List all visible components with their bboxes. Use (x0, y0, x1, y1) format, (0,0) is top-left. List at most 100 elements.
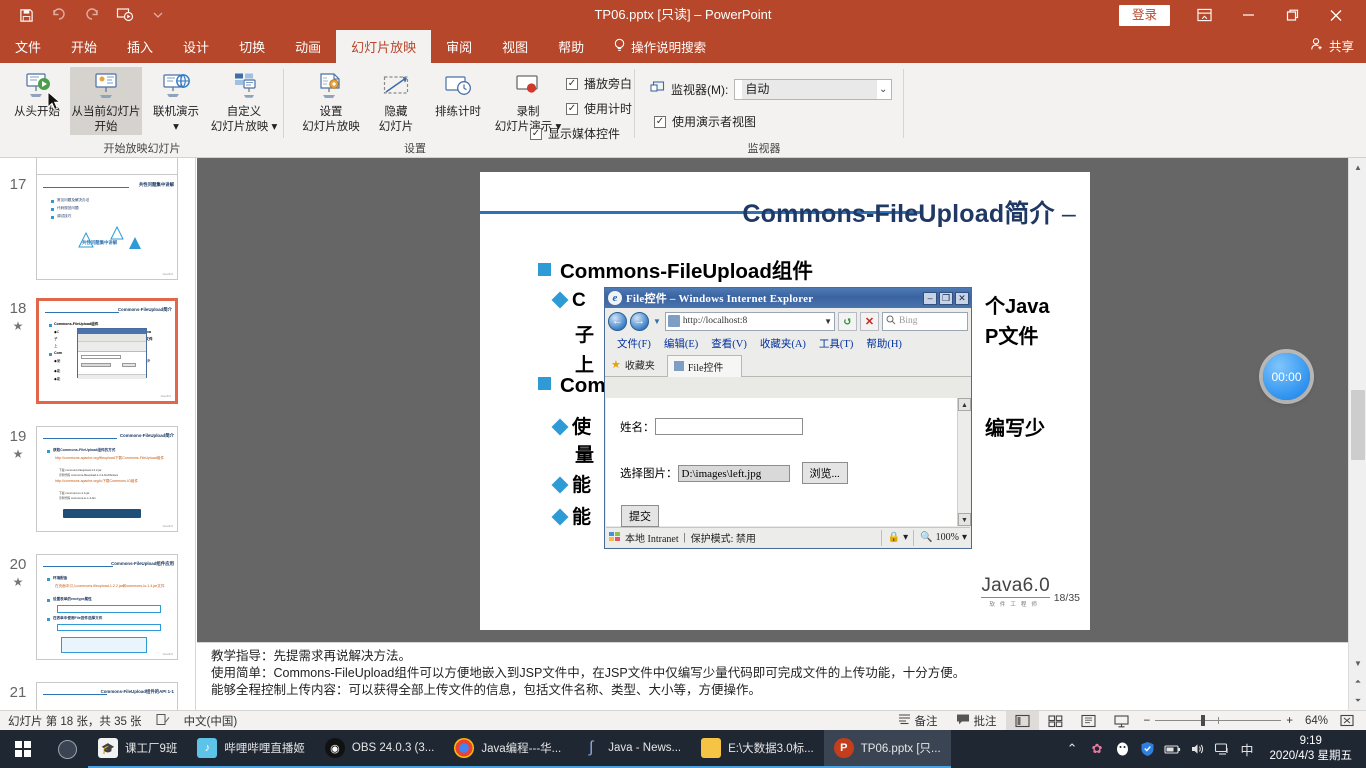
use-presenter-view-checkbox[interactable]: ✓ 使用演示者视图 (654, 113, 756, 130)
maximize-restore-button[interactable] (1270, 0, 1314, 30)
reading-view-button[interactable] (1072, 711, 1105, 731)
taskbar-item-label: 哔哩哔哩直播姬 (224, 743, 305, 755)
thumbnail-row-18[interactable]: 18 ★ Commons-FileUpload简介 Commons-FileUp… (0, 298, 195, 404)
thumbnail-slide-17[interactable]: 共性问题集中讲解 常见问题及解决办法 代码规范问题 调试技巧 共性问题集中讲解 … (36, 174, 178, 280)
sign-in-button[interactable]: 登录 (1118, 4, 1170, 26)
slide-bullet-level2-b3: 能 (551, 502, 591, 529)
clock[interactable]: 9:19 2020/4/3 星期五 (1260, 734, 1360, 764)
taskbar-item-kegongchang[interactable]: 🎓 课工厂9班 (88, 730, 188, 768)
monitor-selector-row: 监视器(M): 自动 ⌄ (650, 79, 893, 100)
taskbar-item-powerpoint[interactable]: P TP06.pptx [只... (823, 730, 951, 768)
thumbnail-diagram (78, 225, 141, 249)
ribbon-display-options-icon[interactable] (1182, 0, 1226, 30)
page-favicon-icon (667, 315, 680, 327)
next-slide-arrow-icon[interactable]: ⏷ (1349, 692, 1366, 710)
tab-review[interactable]: 审阅 (431, 30, 487, 63)
zoom-level-label[interactable]: 64% (1299, 711, 1334, 731)
scrollbar-thumb[interactable] (1351, 390, 1365, 460)
tell-me-search[interactable]: 操作说明搜索 (599, 30, 706, 63)
minimize-button[interactable] (1226, 0, 1270, 30)
zoom-slider-handle[interactable] (1201, 715, 1206, 726)
scroll-up-arrow-icon[interactable]: ▲ (1349, 158, 1366, 176)
monitor-dropdown[interactable]: 自动 ⌄ (734, 79, 893, 100)
language-label[interactable]: 中文(中国) (184, 713, 238, 729)
slide-thumbnail-pane[interactable]: 16 Java6.0 17 共性问题集中讲解 常见问题及解决办法 代码规范问题 (0, 158, 196, 710)
thumbnail-slide-19[interactable]: Commons-FileUpload简介 获取Commons-FileUploa… (36, 426, 178, 532)
slide-sorter-view-button[interactable] (1039, 711, 1072, 731)
thumbnail-row-21[interactable]: 21 Commons-FileUpload组件的API 1-1 (0, 682, 195, 710)
play-narrations-label: 播放旁白 (584, 77, 633, 91)
cortana-button[interactable] (46, 730, 88, 768)
qq-icon[interactable] (1110, 730, 1135, 768)
present-online-dropdown[interactable]: ▾ (173, 121, 179, 134)
tab-view[interactable]: 视图 (487, 30, 543, 63)
taskbar-item-chrome[interactable]: Java编程---华... (444, 730, 572, 768)
tab-slideshow[interactable]: 幻灯片放映 (336, 30, 432, 63)
notes-toggle-button[interactable]: 备注 (889, 711, 947, 731)
slide-title-dash: – (1061, 200, 1076, 228)
hide-slide-button[interactable]: 隐藏 幻灯片 (367, 67, 425, 135)
zoom-slider[interactable]: − + (1138, 715, 1299, 727)
thumbnail-row-20[interactable]: 20 ★ Commons-FileUpload组件应用 环境配备 在页面中引入c… (0, 554, 195, 660)
custom-slideshow-label2[interactable]: 幻灯片放映 ▾ (211, 121, 277, 134)
volume-icon[interactable] (1185, 730, 1210, 768)
slide-bullet-level2-b1: 使 (551, 412, 591, 439)
comments-toggle-button[interactable]: 批注 (947, 711, 1006, 731)
tab-help[interactable]: 帮助 (543, 30, 599, 63)
slide-area-scrollbar[interactable]: ▲ ▼ ⏶ ⏷ (1348, 158, 1366, 710)
security-shield-icon[interactable] (1135, 730, 1160, 768)
close-button[interactable] (1314, 0, 1358, 30)
sakura-icon[interactable]: ✿ (1085, 730, 1110, 768)
ribbon-group-label-monitors: 监视器 (747, 143, 781, 155)
tab-animations[interactable]: 动画 (280, 30, 336, 63)
tab-insert[interactable]: 插入 (112, 30, 168, 63)
from-current-slide-button[interactable]: 从当前幻灯片 开始 (70, 67, 142, 135)
custom-slideshow-button[interactable]: 自定义 幻灯片放映 ▾ (208, 67, 280, 135)
accessibility-checker-icon[interactable] (156, 713, 170, 729)
start-button[interactable] (0, 730, 46, 768)
set-up-slideshow-button[interactable]: 设置 幻灯片放映 (295, 67, 367, 135)
animation-star-icon: ★ (12, 575, 24, 589)
thumbnail-footer: Java6.0 (162, 272, 173, 276)
share-button[interactable]: 共享 (1310, 36, 1354, 55)
thumbnail-slide-18[interactable]: Commons-FileUpload简介 Commons-FileUpload组… (36, 298, 178, 404)
play-narrations-checkbox[interactable]: ✓ 播放旁白 (566, 75, 632, 92)
present-online-button[interactable]: 联机演示 ▾ (145, 67, 207, 135)
tab-transitions[interactable]: 切换 (224, 30, 280, 63)
slideshow-view-button[interactable] (1105, 711, 1138, 731)
previous-slide-arrow-icon[interactable]: ⏶ (1349, 673, 1366, 691)
scroll-down-arrow-icon[interactable]: ▼ (1349, 654, 1366, 672)
taskbar-item-bilibili[interactable]: ♪ 哔哩哔哩直播姬 (187, 730, 315, 768)
taskbar-item-obs[interactable]: ◉ OBS 24.0.3 (3... (314, 730, 445, 768)
use-timings-checkbox[interactable]: ✓ 使用计时 (566, 100, 632, 117)
tab-design[interactable]: 设计 (168, 30, 224, 63)
taskbar-item-label: Java - News... (608, 742, 682, 754)
zoom-out-button[interactable]: − (1144, 715, 1151, 727)
zoom-slider-track[interactable] (1155, 715, 1282, 726)
show-hidden-icons-button[interactable]: ⌃ (1060, 730, 1085, 768)
ime-mode-icon[interactable]: 中 (1235, 730, 1260, 768)
current-slide[interactable]: Commons-FileUpload简介 – Commons-FileUploa… (480, 172, 1090, 630)
battery-icon[interactable] (1160, 730, 1185, 768)
taskbar-item-explorer[interactable]: E:\大数据3.0标... (691, 730, 824, 768)
taskbar-item-eclipse[interactable]: ∫ Java - News... (571, 730, 692, 768)
tab-home[interactable]: 开始 (56, 30, 112, 63)
slide-text-right-a2: P文件 (985, 326, 1039, 348)
recording-timer-bubble[interactable]: 00:00 (1263, 353, 1310, 400)
ribbon-group-monitors: 监视器(M): 自动 ⌄ ✓ 使用演示者视图 监视器 (636, 63, 904, 158)
slide-editing-area[interactable]: Commons-FileUpload简介 – Commons-FileUploa… (197, 158, 1348, 710)
rehearse-timings-button[interactable]: 排练计时 (427, 67, 489, 135)
ribbon-group-start-slideshow: 从头开始 从当前幻灯片 开始 联机演示 ▾ 自定义 幻灯片放映 ▾ 开始放映幻灯… (0, 63, 284, 158)
thumbnail-row-17[interactable]: 17 共性问题集中讲解 常见问题及解决办法 代码规范问题 调试技巧 共性问题集中… (0, 174, 195, 280)
thumbnail-slide-20[interactable]: Commons-FileUpload组件应用 环境配备 在页面中引入common… (36, 554, 178, 660)
fit-slide-to-window-button[interactable] (1334, 711, 1360, 731)
custom-slideshow-label: 自定义 (226, 106, 262, 118)
clock-time: 9:19 (1299, 735, 1322, 747)
normal-view-button[interactable] (1005, 710, 1039, 731)
thumbnail-slide-21[interactable]: Commons-FileUpload组件的API 1-1 (36, 682, 178, 710)
zoom-in-button[interactable]: + (1286, 715, 1293, 727)
tab-file[interactable]: 文件 (0, 30, 56, 63)
notes-pane[interactable]: 教学指导：先提需求再说解决方法。 使用简单：Commons-FileUpload… (197, 642, 1348, 710)
thumbnail-row-19[interactable]: 19 ★ Commons-FileUpload简介 获取Commons-File… (0, 426, 195, 532)
network-icon[interactable] (1210, 730, 1235, 768)
